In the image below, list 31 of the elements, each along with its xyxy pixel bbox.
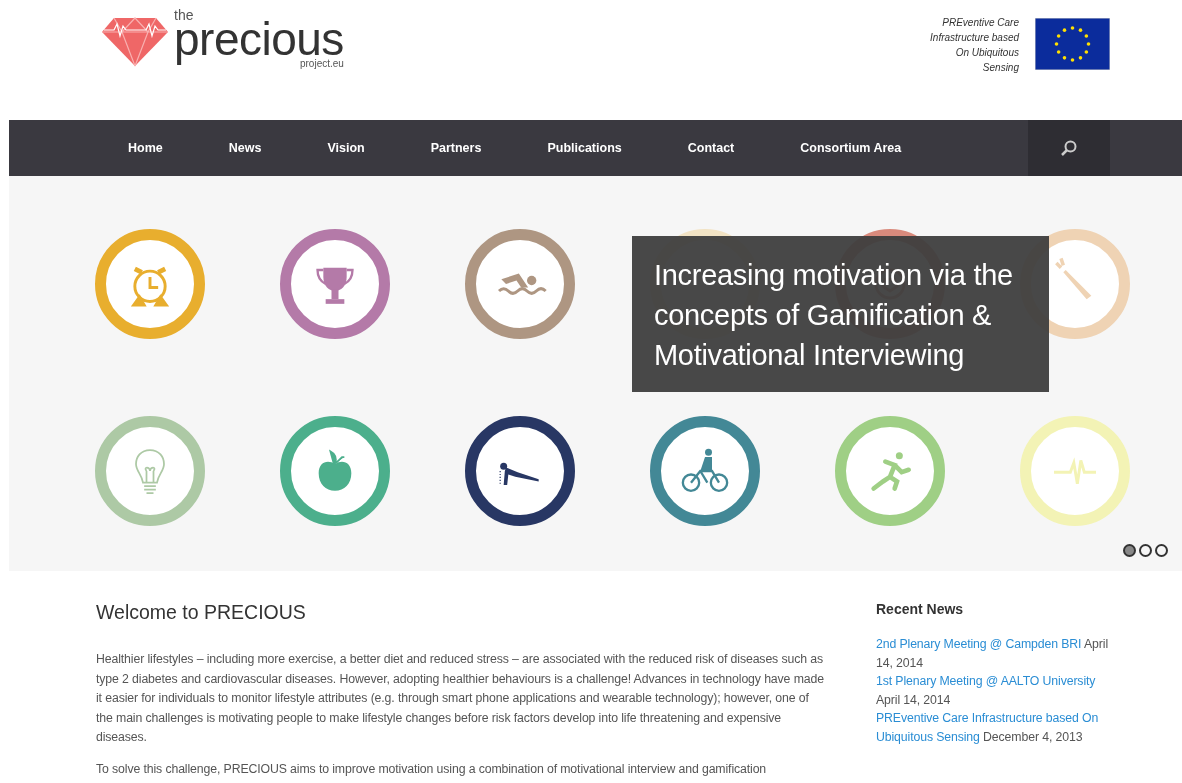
swimmer-icon: [498, 273, 547, 295]
push-up-icon: [499, 462, 539, 486]
news-item[interactable]: 1st Plenary Meeting @ AALTO University April 14, 2014: [876, 672, 1121, 709]
page-heading: Welcome to PRECIOUS: [96, 601, 307, 624]
nav-link[interactable]: Vision: [294, 141, 398, 155]
eu-flag-icon: [1035, 18, 1110, 70]
nav-link[interactable]: Home: [95, 141, 196, 155]
runner-icon: [871, 452, 911, 491]
body-paragraph: To solve this challenge, PRECIOUS aims to improve motivation using a combination of motivational interview and gamification: [96, 760, 768, 778]
nav-link[interactable]: News: [195, 141, 295, 155]
slide-dot[interactable]: [1155, 544, 1168, 557]
search-icon: [1060, 139, 1078, 157]
slide-dot[interactable]: [1139, 544, 1152, 557]
nav-link[interactable]: Contact: [654, 141, 768, 155]
sidebar-heading: Recent News: [876, 601, 965, 617]
cyclist-icon: [681, 448, 729, 492]
gem-logo-icon: [100, 16, 170, 68]
slide-caption: Increasing motivation via the concepts of Gamification & Motivational Interviewing: [632, 236, 1049, 392]
nav-link[interactable]: Consortium Area: [767, 141, 935, 155]
nav-link[interactable]: Partners: [397, 141, 515, 155]
trophy-icon: [316, 267, 354, 304]
lightbulb-icon: [135, 449, 165, 495]
news-item[interactable]: 2nd Plenary Meeting @ Campden BRI April 14, 2014: [876, 635, 1121, 672]
slide-dot[interactable]: [1123, 544, 1136, 557]
nav-link[interactable]: Publications: [514, 141, 655, 155]
alarm-clock-icon: [130, 266, 170, 307]
heartbeat-icon: [1054, 457, 1096, 486]
apple-icon: [318, 450, 352, 491]
news-item[interactable]: PREventive Care Infrastructure based On Ubiquitous Sensing December 4, 2013: [876, 709, 1121, 746]
tagline: PREventive Care Infrastructure based On Ubiquitous Sensing: [929, 16, 1019, 75]
body-paragraph: Healthier lifestyles – including more exercise, a better diet and reduced stress – are associated with the reduced risk of diseases such as type 2 diabetes and cardiovascular diseases. However, adopting healthier behaviours is a challenge! Advances in technology have made it easier for individuals to monitor lifestyle attributes (e.g. through smart phone applications and wearable technology); however, one of the main challenges is motivating people to make lifestyle changes before risk factors develop into life threatening and expensive diseases.: [96, 651, 825, 746]
